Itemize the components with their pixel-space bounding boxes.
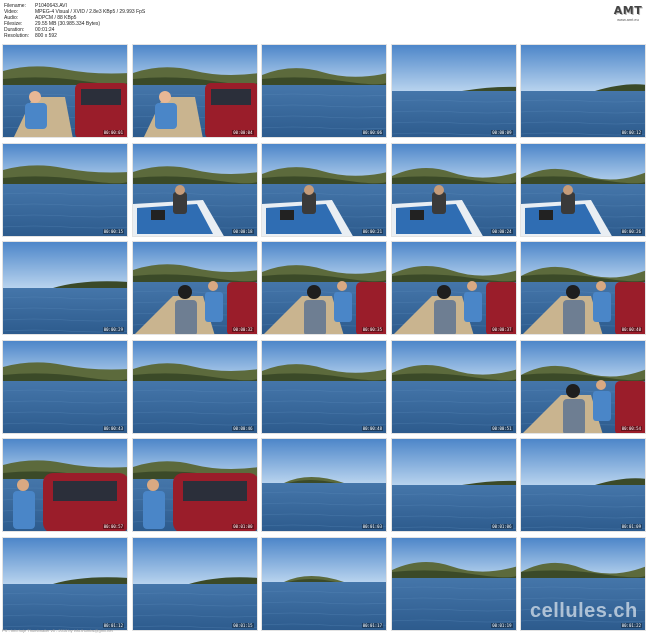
frame-image: [391, 143, 516, 236]
thumbnail-frame: 00:01:09: [520, 438, 646, 532]
frame-image: [132, 340, 257, 433]
frame-timestamp: 00:01:15: [232, 622, 254, 628]
thumbnail-frame: 00:00:09: [390, 44, 517, 138]
frame-timestamp: 00:00:09: [491, 130, 513, 135]
frame-image: [521, 340, 645, 433]
frame-timestamp: 00:01:09: [620, 524, 642, 529]
frame-image: [262, 537, 386, 630]
frame-image: [3, 537, 127, 630]
frame-image: [3, 143, 127, 236]
frame-image: [391, 340, 516, 433]
frame-timestamp: 00:00:46: [232, 425, 254, 431]
frame-timestamp: 00:01:03: [361, 524, 383, 529]
thumbnail-frame: 00:00:26: [520, 142, 646, 237]
frame-timestamp: 00:01:00: [232, 524, 254, 529]
frame-image: [3, 340, 127, 433]
frame-timestamp: 00:00:32: [232, 327, 254, 332]
frame-image: [3, 242, 127, 334]
amt-logo: AMT www.amt.eu: [610, 5, 646, 23]
frame-timestamp: 00:01:19: [491, 622, 513, 628]
video-info-header: Filename: P1040643.AVI Video: MPEG-4 Vis…: [4, 3, 644, 41]
thumbnail-frame: 00:00:37: [390, 241, 517, 335]
frame-timestamp: 00:00:40: [620, 327, 642, 332]
thumbnail-grid: 00:00:01 00:00:04 00:00:06 00:00:09 00:0…: [2, 44, 646, 631]
frame-timestamp: 00:00:57: [102, 524, 124, 529]
thumbnail-frame: 00:00:15: [2, 142, 128, 237]
frame-image: [262, 340, 386, 433]
frame-timestamp: 00:00:12: [620, 130, 642, 135]
frame-timestamp: 00:00:43: [102, 425, 124, 431]
meta-label: Resolution:: [4, 33, 30, 39]
frame-image: [521, 242, 645, 334]
thumbnail-frame: 00:01:12: [2, 536, 128, 631]
frame-timestamp: 00:00:48: [361, 425, 383, 431]
frame-image: [3, 439, 127, 531]
meta-value: 800 x 592: [35, 33, 57, 39]
frame-timestamp: 00:00:37: [491, 327, 513, 332]
thumbnail-frame: 00:00:40: [520, 241, 646, 335]
logo-word: AMT: [613, 4, 643, 17]
frame-image: [262, 45, 386, 137]
frame-timestamp: 00:00:21: [361, 228, 383, 234]
frame-image: [3, 45, 127, 137]
thumbnail-frame: 00:00:29: [2, 241, 128, 335]
logo-url: www.amt.eu: [617, 17, 639, 22]
thumbnail-frame: 00:00:06: [261, 44, 387, 138]
frame-timestamp: 00:01:12: [102, 622, 124, 628]
frame-image: [521, 143, 645, 236]
thumbnail-frame: 00:00:18: [131, 142, 258, 237]
thumbnail-frame: 00:00:01: [2, 44, 128, 138]
thumbnail-frame: 00:00:04: [131, 44, 258, 138]
frame-image: [391, 45, 516, 137]
thumbnail-frame: 00:01:15: [131, 536, 258, 631]
frame-timestamp: 00:00:29: [102, 327, 124, 332]
frame-image: [132, 45, 257, 137]
thumbnail-frame: 00:01:19: [390, 536, 517, 631]
thumbnail-frame: 00:00:46: [131, 339, 258, 434]
frame-timestamp: 00:00:06: [361, 130, 383, 135]
frame-timestamp: 00:00:01: [102, 130, 124, 135]
thumbnail-frame: 00:01:22: [520, 536, 646, 631]
thumbnail-frame: 00:00:43: [2, 339, 128, 434]
thumbnail-frame: 00:01:06: [390, 438, 517, 532]
frame-timestamp: 00:00:35: [361, 327, 383, 332]
footer-credit: PS - Info hoje Thumbnailer v5 - 2016 by …: [2, 628, 113, 633]
thumbnail-frame: 00:00:48: [261, 339, 387, 434]
thumbnail-frame: 00:00:21: [261, 142, 387, 237]
thumbnail-frame: 00:00:57: [2, 438, 128, 532]
frame-image: [262, 242, 386, 334]
frame-timestamp: 00:00:24: [491, 228, 513, 234]
thumbnail-frame: 00:00:54: [520, 339, 646, 434]
frame-image: [132, 143, 257, 236]
frame-timestamp: 00:01:17: [361, 622, 383, 628]
thumbnail-frame: 00:00:51: [390, 339, 517, 434]
frame-image: [132, 537, 257, 630]
thumbnail-frame: 00:01:03: [261, 438, 387, 532]
frame-image: [132, 439, 257, 531]
frame-timestamp: 00:01:22: [620, 622, 642, 628]
frame-image: [521, 537, 645, 630]
frame-timestamp: 00:00:04: [232, 130, 254, 135]
frame-timestamp: 00:00:54: [620, 425, 642, 431]
frame-timestamp: 00:01:06: [491, 524, 513, 529]
thumbnail-frame: 00:01:00: [131, 438, 258, 532]
frame-image: [521, 439, 645, 531]
frame-timestamp: 00:00:15: [102, 228, 124, 234]
frame-timestamp: 00:00:51: [491, 425, 513, 431]
frame-image: [391, 242, 516, 334]
frame-timestamp: 00:00:26: [620, 228, 642, 234]
frame-image: [521, 45, 645, 137]
frame-image: [262, 439, 386, 531]
thumbnail-frame: 00:00:24: [390, 142, 517, 237]
frame-timestamp: 00:00:18: [232, 228, 254, 234]
thumbnail-frame: 00:00:32: [131, 241, 258, 335]
thumbnail-frame: 00:00:12: [520, 44, 646, 138]
frame-image: [391, 439, 516, 531]
frame-image: [391, 537, 516, 630]
thumbnail-frame: 00:00:35: [261, 241, 387, 335]
frame-image: [132, 242, 257, 334]
frame-image: [262, 143, 386, 236]
thumbnail-frame: 00:01:17: [261, 536, 387, 631]
